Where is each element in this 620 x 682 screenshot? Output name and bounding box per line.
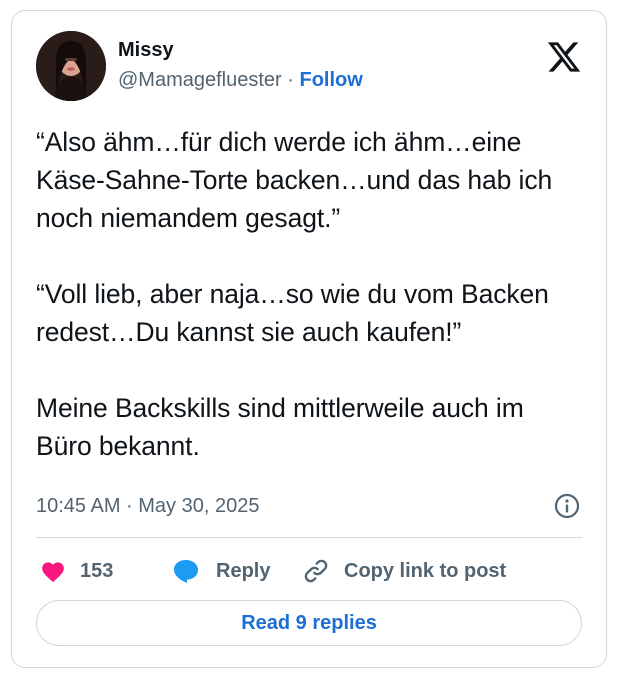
heart-icon <box>42 562 64 583</box>
tweet-text: “Also ähm…für dich werde ich ähm…eine Kä… <box>36 127 553 461</box>
avatar[interactable] <box>36 31 106 101</box>
read-replies-button[interactable]: Read 9 replies <box>36 600 582 646</box>
author-handle[interactable]: @Mamagefluester <box>118 69 282 91</box>
link-icon <box>304 559 328 583</box>
avatar-image <box>36 31 106 101</box>
divider <box>36 537 582 538</box>
tweet-meta: 10:45 AM · May 30, 2025 <box>36 491 582 525</box>
speech-bubble-icon <box>174 560 198 583</box>
author-handle-row: @Mamagefluester · Follow <box>118 69 363 92</box>
author-name[interactable]: Missy <box>118 39 174 62</box>
handle-separator: · <box>287 69 294 91</box>
tweet-card: Missy @Mamagefluester · Follow “Also ähm… <box>11 10 607 668</box>
reply-button[interactable]: Reply <box>172 551 270 591</box>
copy-link-button[interactable]: Copy link to post <box>302 551 506 591</box>
tweet-timestamp[interactable]: 10:45 AM · May 30, 2025 <box>36 495 259 518</box>
like-button[interactable]: 153 <box>40 551 113 591</box>
reply-label: Reply <box>216 559 271 582</box>
info-icon[interactable] <box>552 491 582 521</box>
action-bar: 153 Reply Copy link to post <box>36 551 582 591</box>
like-count: 153 <box>80 559 114 582</box>
follow-button[interactable]: Follow <box>300 69 363 91</box>
tweet-header: Missy @Mamagefluester · Follow <box>36 31 582 107</box>
x-logo-icon[interactable] <box>546 39 582 75</box>
copy-link-label: Copy link to post <box>344 559 507 582</box>
